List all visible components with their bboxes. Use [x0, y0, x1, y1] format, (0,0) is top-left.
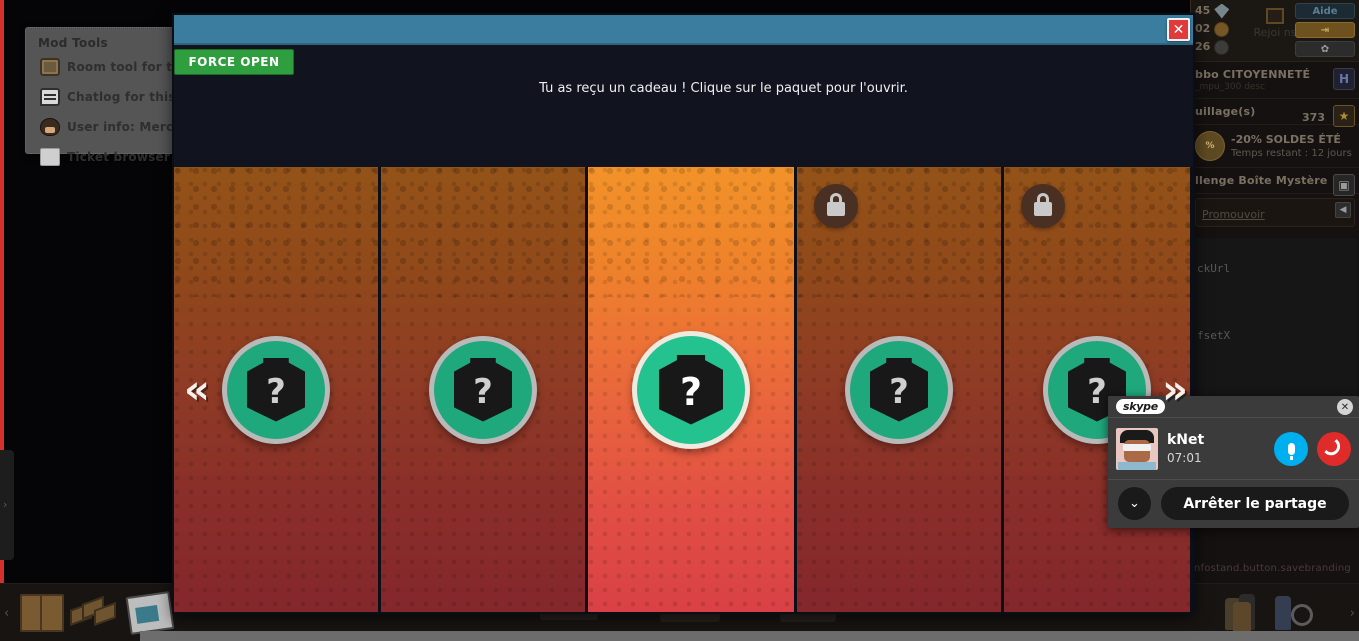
microphone-icon[interactable]: [1274, 431, 1308, 466]
question-symbol: ?: [1087, 371, 1107, 412]
soldes-section[interactable]: % -20% SOLDES ÉTÉ Temps restant : 12 jou…: [1191, 125, 1359, 168]
settings-gear-icon[interactable]: ✿: [1295, 41, 1355, 57]
chatlog-icon: [40, 88, 60, 106]
question-mark-icon: ?: [659, 354, 723, 425]
question-symbol: ?: [679, 369, 703, 414]
challenge-section[interactable]: llenge Boîte Mystère ▣: [1191, 168, 1359, 196]
citizenship-title: bbo CITOYENNETÉ: [1195, 68, 1311, 81]
call-duration: 07:01: [1167, 450, 1202, 465]
currency-value: 45: [1195, 4, 1211, 17]
currency-value: 02: [1195, 22, 1211, 35]
skype-call-actions: [1274, 431, 1351, 466]
console-key-1: ckUrl: [1197, 262, 1231, 275]
skype-logo: skype: [1116, 399, 1165, 414]
soldes-timer: Temps restant : 12 jours: [1231, 148, 1352, 159]
currency-row-duckets: 26: [1195, 38, 1230, 56]
currency-value: 26: [1195, 40, 1211, 53]
skype-call-meta: kNet 07:01: [1167, 432, 1204, 466]
furni-icon[interactable]: [70, 594, 116, 632]
mystery-box-badge: ?: [222, 335, 330, 444]
savebranding-label: infostand.button.savebranding: [1191, 563, 1351, 574]
promote-arrow-icon[interactable]: ◀: [1335, 202, 1351, 218]
soldes-title: -20% SOLDES ÉTÉ: [1231, 133, 1341, 146]
close-icon[interactable]: ✕: [1167, 18, 1190, 41]
question-mark-icon: ?: [870, 357, 928, 422]
dialog-title-bar: ✕: [174, 15, 1193, 45]
soldes-text: -20% SOLDES ÉTÉ Temps restant : 12 jours: [1231, 133, 1352, 159]
currency-row-credits: 02: [1195, 20, 1230, 38]
logout-button[interactable]: ⇥: [1295, 22, 1355, 38]
mystery-box-badge: ?: [845, 335, 953, 444]
citizenship-badge: H: [1333, 68, 1355, 90]
promote-section[interactable]: Promouvoir ◀: [1195, 198, 1355, 227]
hud-button-group: Aide ⇥ ✿: [1295, 3, 1355, 60]
room-avatars: [1219, 590, 1329, 636]
left-panel-expander[interactable]: ›: [0, 450, 14, 560]
rejoins-label: Rejoi ns: [1249, 8, 1301, 40]
gilets-value: 373: [1302, 111, 1325, 124]
gift-message-text: Tu as reçu un cadeau ! Clique sur le paq…: [539, 81, 908, 96]
skype-call-overlay: skype ✕ kNet 07:01 ⌄ Arrêter le partage: [1108, 396, 1359, 528]
stop-sharing-button[interactable]: Arrêter le partage: [1161, 487, 1349, 520]
question-symbol: ?: [473, 371, 493, 412]
lock-icon: [1021, 184, 1065, 228]
challenge-badge-icon: ▣: [1333, 174, 1355, 196]
gilets-title: uillage(s): [1195, 105, 1256, 118]
skype-footer: ⌄ Arrêter le partage: [1108, 480, 1359, 527]
chevron-down-icon[interactable]: ⌄: [1118, 487, 1151, 520]
gilets-section[interactable]: uillage(s) 373 ★: [1191, 99, 1359, 127]
lock-icon: [814, 184, 858, 228]
skype-call-row: kNet 07:01: [1108, 418, 1359, 480]
end-call-icon[interactable]: [1317, 431, 1351, 466]
question-symbol: ?: [266, 371, 286, 412]
hud-top-bar: 45 02 26 Rejoi ns Aide ⇥ ✿: [1191, 0, 1359, 62]
os-taskbar: [140, 631, 1359, 641]
contact-name: kNet: [1167, 431, 1205, 448]
console-key-2: fsetX: [1197, 329, 1231, 342]
mystery-box-card-active[interactable]: ?: [588, 167, 794, 612]
question-symbol: ?: [889, 371, 909, 412]
camera-icon[interactable]: [125, 591, 175, 635]
citizenship-sub: _mpu_300 desc: [1195, 82, 1266, 92]
mystery-box-dialog: ✕ FORCE OPEN Tu as reçu un cadeau ! Cliq…: [172, 13, 1195, 614]
carousel-prev-arrow[interactable]: «: [184, 370, 210, 410]
help-button[interactable]: Aide: [1295, 3, 1355, 19]
citizenship-section[interactable]: bbo CITOYENNETÉ _mpu_300 desc H: [1191, 62, 1359, 99]
mystery-box-badge: ?: [632, 330, 750, 449]
mystery-box-badge: ?: [429, 335, 537, 444]
carousel-next-arrow[interactable]: »: [1162, 370, 1188, 410]
close-icon[interactable]: ✕: [1337, 399, 1353, 415]
ticket-browser-icon: [40, 148, 60, 166]
duckets-icon: [1214, 39, 1230, 55]
mystery-box-card-locked[interactable]: ?: [797, 167, 1001, 612]
user-info-icon: [40, 118, 60, 136]
rejoins-text: Rejoi ns: [1253, 26, 1297, 39]
currency-row-diamonds: 45: [1195, 2, 1230, 20]
discount-icon: %: [1195, 131, 1225, 161]
inventory-icon[interactable]: [20, 594, 64, 632]
question-mark-icon: ?: [247, 357, 305, 422]
mod-tool-label: Ticket browser: [67, 150, 170, 164]
diamond-icon: [1214, 3, 1230, 19]
toolbar-scroll-left[interactable]: ‹: [4, 606, 9, 621]
challenge-title: llenge Boîte Mystère: [1195, 174, 1328, 187]
promote-link[interactable]: Promouvoir: [1202, 208, 1265, 221]
left-panel-expander-arrow: ›: [3, 498, 8, 511]
currency-stack: 45 02 26: [1195, 2, 1230, 56]
toolbar-scroll-right[interactable]: ›: [1350, 606, 1355, 621]
force-open-button[interactable]: FORCE OPEN: [174, 49, 294, 75]
skype-header: skype ✕: [1108, 396, 1359, 418]
savebranding-row: infostand.button.savebranding: [1191, 556, 1359, 576]
rejoins-icon: [1266, 8, 1284, 24]
question-mark-icon: ?: [454, 357, 512, 422]
mystery-box-carousel: ? ? ? ? ? « »: [174, 167, 1193, 612]
star-icon: ★: [1333, 105, 1355, 127]
mystery-box-card[interactable]: ?: [381, 167, 585, 612]
coin-icon: [1214, 21, 1230, 37]
room-tool-icon: [40, 58, 60, 76]
avatar: [1116, 427, 1158, 470]
right-sidebar: 45 02 26 Rejoi ns Aide ⇥ ✿ bbo CITOYENNE…: [1190, 0, 1359, 641]
